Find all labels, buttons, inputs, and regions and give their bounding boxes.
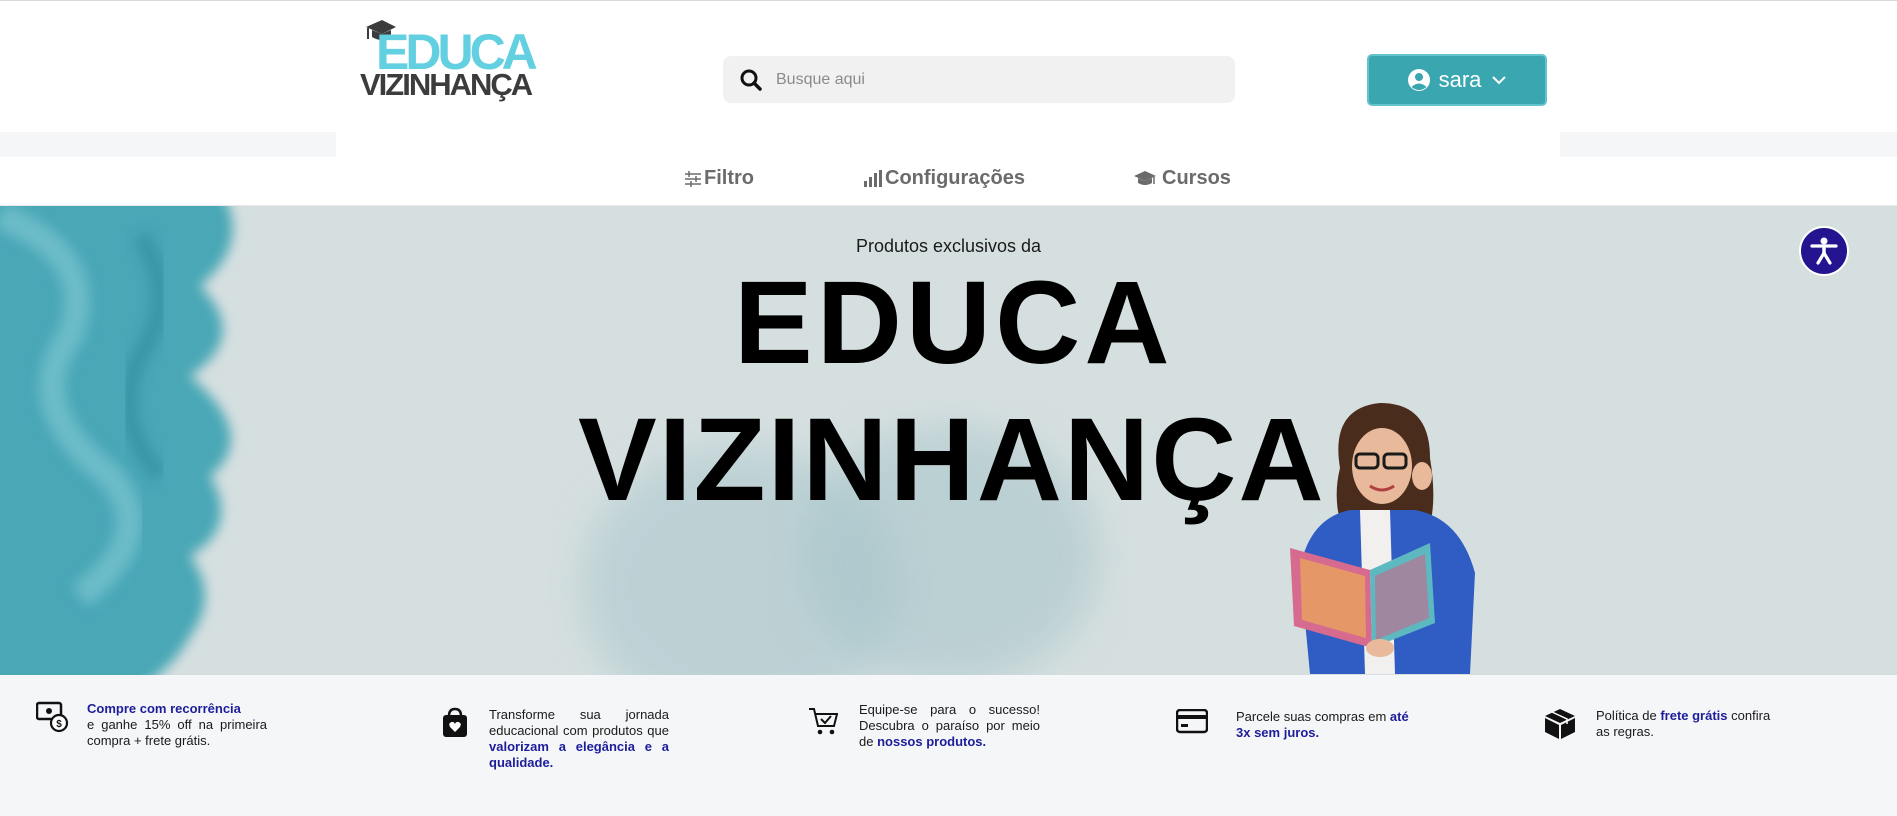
user-circle-icon [1407, 69, 1430, 91]
site-logo[interactable]: EDUCA VIZINHANÇA [360, 17, 538, 107]
nav-item-cursos[interactable]: Cursos [1133, 167, 1231, 190]
header-band-inner [336, 132, 1560, 157]
feature-2-text: Transforme sua jornada educacional com p… [489, 707, 669, 738]
feature-sucesso: Equipe-se para o sucesso! Descubra o par… [808, 702, 1058, 750]
feature-3-highlight: nossos produtos. [877, 734, 987, 749]
nav-item-configuracoes[interactable]: Configurações [863, 167, 1025, 190]
hero-title-line1: EDUCA [734, 257, 1174, 389]
box-icon [1545, 709, 1575, 739]
nav-label-configuracoes: Configurações [885, 167, 1026, 189]
sliders-icon [685, 170, 701, 187]
feature-5-highlight: frete grátis [1660, 708, 1728, 723]
feature-4-text: Parcele suas compras em [1236, 709, 1387, 724]
search-bar [723, 56, 1235, 103]
search-icon[interactable] [738, 67, 764, 93]
cart-check-icon [809, 708, 838, 735]
feature-recorrencia: $ Compre com recorrência e ganhe 15% off… [36, 701, 276, 749]
feature-2-highlight: valorizam a elegância e a qualidade. [489, 739, 669, 770]
feature-1-highlight: Compre com recorrência [87, 701, 241, 716]
shopping-bag-heart-icon [443, 707, 467, 737]
feature-1-text: e ganhe 15% off na primeira compra + fre… [87, 717, 267, 748]
svg-text:$: $ [56, 719, 62, 730]
features-bar: $ Compre com recorrência e ganhe 15% off… [0, 675, 1897, 816]
search-input[interactable] [776, 70, 1216, 89]
feature-jornada: Transforme sua jornada educacional com p… [441, 707, 671, 771]
bar-chart-icon [864, 169, 882, 187]
feature-5-text-before: Política de [1596, 708, 1657, 723]
chevron-down-icon [1492, 76, 1507, 85]
hero-pretitle: Produtos exclusivos da [855, 236, 1042, 256]
hero-banner: Produtos exclusivos da EDUCA VIZINHANÇA [0, 206, 1897, 675]
site-header: EDUCA VIZINHANÇA sara [0, 1, 1897, 133]
logo-text-vizinhanca: VIZINHANÇA [360, 67, 533, 102]
accessibility-button[interactable] [1799, 226, 1849, 276]
accessibility-icon [1810, 237, 1838, 265]
money-icon: $ [36, 701, 69, 733]
feature-parcele: Parcele suas compras em até 3x sem juros… [1176, 709, 1436, 741]
decorative-smoke-left [0, 206, 233, 675]
user-menu-button[interactable]: sara [1367, 54, 1547, 106]
hero-title-line2: VIZINHANÇA [578, 394, 1326, 526]
feature-frete: Política de frete grátis confira as regr… [1544, 708, 1804, 740]
nav-item-filtro[interactable]: Filtro [684, 167, 754, 190]
user-name: sara [1438, 67, 1482, 92]
woman-reading-image [1290, 403, 1475, 674]
nav-label-cursos: Cursos [1162, 167, 1231, 189]
graduation-cap-icon [1134, 170, 1156, 185]
nav-label-filtro: Filtro [704, 167, 754, 189]
credit-card-icon [1176, 709, 1208, 734]
main-nav: Filtro Configurações Cursos [0, 157, 1897, 206]
